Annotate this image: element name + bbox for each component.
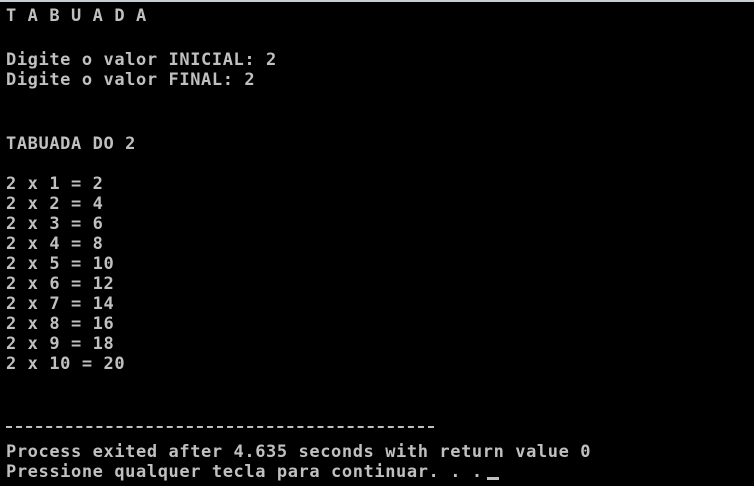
table-row: 2 x 7 = 14 — [6, 294, 115, 314]
process-exit-line: Process exited after 4.635 seconds with … — [6, 442, 592, 462]
continue-prompt-text: Pressione qualquer tecla para continuar.… — [6, 462, 483, 482]
separator-line — [6, 426, 434, 428]
text-cursor — [486, 477, 499, 480]
table-row: 2 x 9 = 18 — [6, 334, 115, 354]
prompt-final: Digite o valor FINAL: 2 — [6, 70, 256, 90]
console-window[interactable]: T A B U A D A Digite o valor INICIAL: 2 … — [0, 0, 754, 486]
table-row: 2 x 8 = 16 — [6, 314, 115, 334]
table-row: 2 x 6 = 12 — [6, 274, 115, 294]
table-row: 2 x 10 = 20 — [6, 354, 126, 374]
table-header: TABUADA DO 2 — [6, 134, 137, 154]
table-row: 2 x 5 = 10 — [6, 254, 115, 274]
table-row: 2 x 4 = 8 — [6, 234, 104, 254]
continue-prompt-line: Pressione qualquer tecla para continuar.… — [6, 462, 499, 482]
prompt-initial: Digite o valor INICIAL: 2 — [6, 50, 277, 70]
table-row: 2 x 2 = 4 — [6, 194, 104, 214]
title-line: T A B U A D A — [6, 6, 147, 26]
table-row: 2 x 1 = 2 — [6, 174, 104, 194]
table-row: 2 x 3 = 6 — [6, 214, 104, 234]
